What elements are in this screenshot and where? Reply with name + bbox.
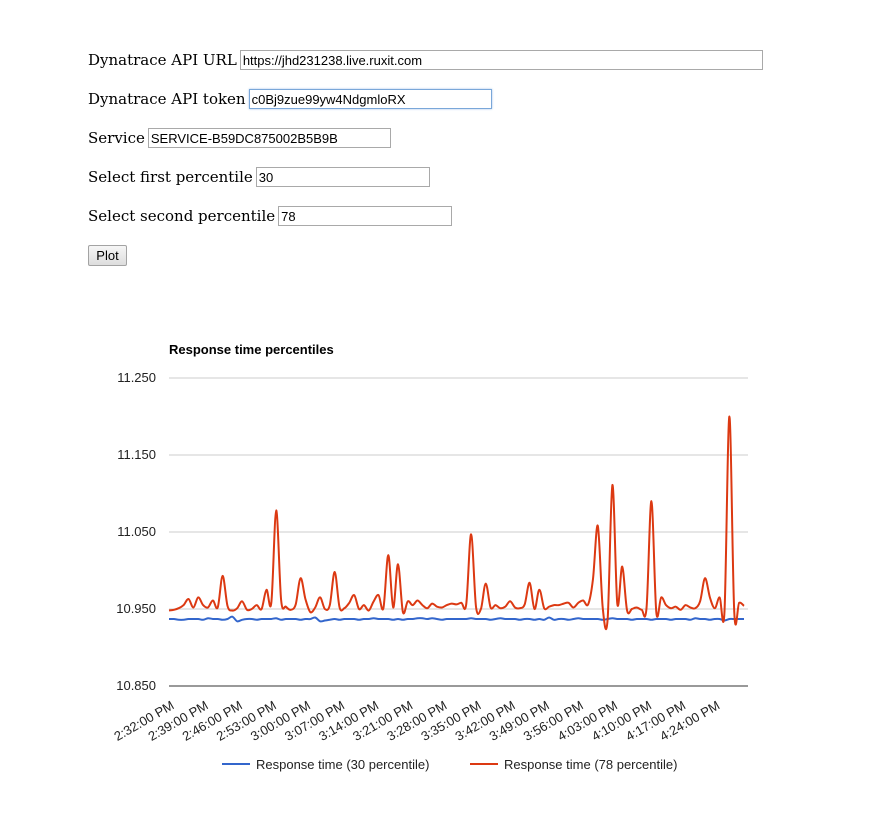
y-tick-label: 11.150 — [117, 447, 156, 462]
second-percentile-row: Select second percentile — [88, 206, 453, 226]
service-row: Service — [88, 128, 391, 148]
api-token-row: Dynatrace API token — [88, 89, 492, 109]
api-token-input[interactable] — [248, 89, 492, 109]
second-percentile-label: Select second percentile — [88, 207, 276, 225]
service-label: Service — [88, 129, 145, 147]
chart-title: Response time percentiles — [169, 342, 334, 357]
legend-label: Response time (78 percentile) — [504, 757, 677, 772]
y-tick-label: 10.850 — [116, 678, 156, 693]
y-tick-label: 11.050 — [117, 524, 156, 539]
first-percentile-row: Select first percentile — [88, 167, 430, 187]
second-percentile-input[interactable] — [278, 206, 453, 226]
first-percentile-label: Select first percentile — [88, 168, 253, 186]
api-url-input[interactable] — [239, 50, 763, 70]
api-url-label: Dynatrace API URL — [88, 51, 237, 69]
y-axis-ticks: 10.850 10.950 11.050 11.150 11.250 — [116, 370, 156, 693]
plot-button[interactable]: Plot — [88, 245, 127, 266]
y-tick-label: 11.250 — [117, 370, 156, 385]
chart-gridlines — [169, 377, 748, 687]
api-url-row: Dynatrace API URL — [88, 50, 763, 70]
y-tick-label: 10.950 — [116, 601, 156, 616]
service-input[interactable] — [147, 128, 391, 148]
api-token-label: Dynatrace API token — [88, 90, 246, 108]
series-line-2 — [168, 415, 745, 630]
x-axis-ticks: 2:32:00 PM2:39:00 PM2:46:00 PM2:53:00 PM… — [111, 698, 722, 744]
chart-series — [168, 415, 745, 630]
legend-label: Response time (30 percentile) — [256, 757, 429, 772]
response-time-chart: Response time percentiles 10.850 10.950 11… — [111, 342, 748, 772]
chart-legend: Response time (30 percentile) Response ti… — [222, 757, 677, 772]
first-percentile-input[interactable] — [255, 167, 430, 187]
